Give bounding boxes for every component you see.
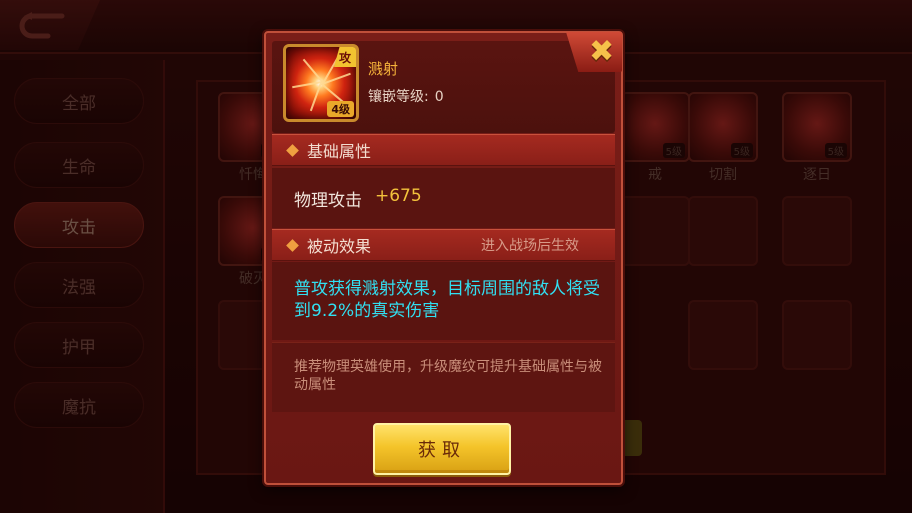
section-title: 被动效果 xyxy=(307,237,372,256)
recommend-description: 推荐物理英雄使用，升级魔纹可提升基础属性与被动属性 xyxy=(294,359,602,393)
passive-description: 普攻获得溅射效果，目标周围的敌人将受到9.2%的真实伤害 xyxy=(294,279,600,321)
inlay-level-row: 镶嵌等级: 0 xyxy=(368,86,444,106)
close-icon: ✖ xyxy=(589,34,615,69)
burst-rune-icon: 攻 4级 xyxy=(283,44,359,122)
passive-condition-note: 进入战场后生效 xyxy=(481,238,579,254)
burst-ray xyxy=(309,82,322,112)
burst-ray xyxy=(302,58,324,83)
inlay-level-label: 镶嵌等级: xyxy=(368,89,429,105)
section-title: 基础属性 xyxy=(307,142,372,161)
acquire-button[interactable]: 获取 xyxy=(373,423,511,475)
diamond-icon xyxy=(286,238,299,252)
diamond-icon xyxy=(286,143,299,157)
base-attr-section-header: 基础属性 xyxy=(272,134,615,166)
inlay-level-value: 0 xyxy=(434,89,444,105)
passive-section-header: 被动效果 进入战场后生效 xyxy=(272,229,615,261)
rune-type-badge: 攻 xyxy=(334,47,356,67)
attr-value: +675 xyxy=(375,186,422,206)
rune-level-badge: 4级 xyxy=(327,101,354,117)
rune-title: 溅射 xyxy=(368,60,399,78)
attr-name: 物理攻击 xyxy=(294,191,362,211)
